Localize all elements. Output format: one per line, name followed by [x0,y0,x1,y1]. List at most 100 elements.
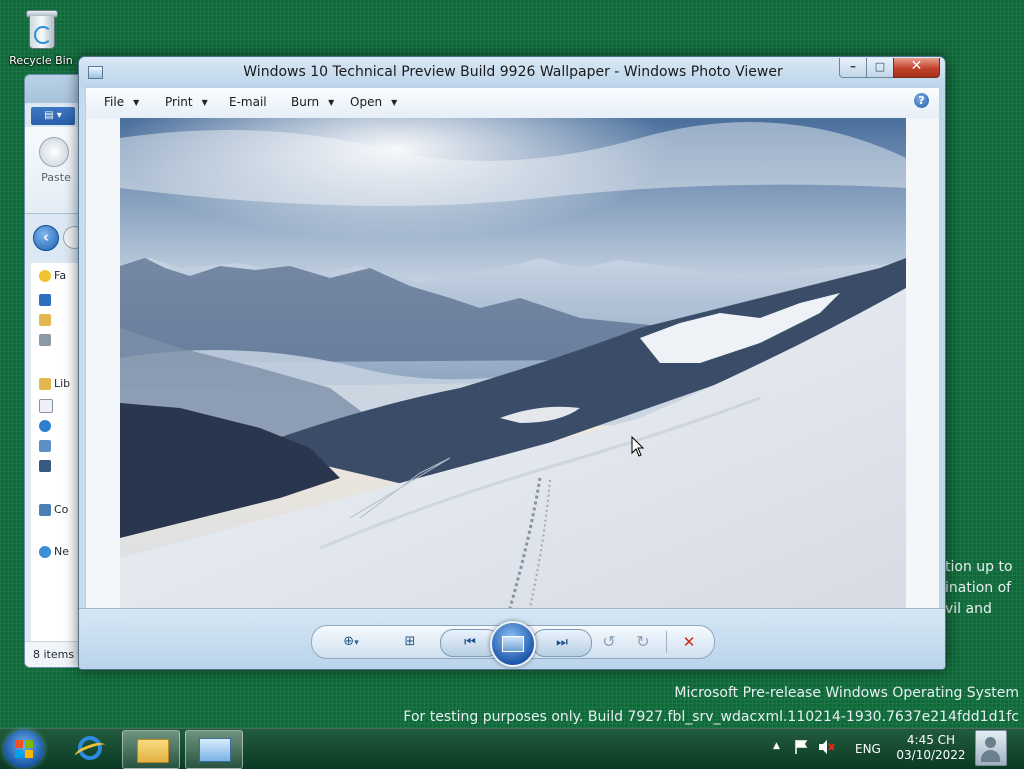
delete-button[interactable]: ✕ [678,632,700,652]
nav-item-downloads[interactable] [39,313,54,326]
next-icon: ⏭ [556,635,568,650]
computer-icon [39,504,51,516]
photo-canvas [85,118,940,608]
paste-icon[interactable] [39,137,69,167]
playback-control-bar: ⊕▾ ⊞ ⏮ ⏭ ↺ ↻ ✕ [79,608,945,669]
nav-item-music[interactable] [39,419,54,432]
nav-item-libraries[interactable]: Lib [39,377,70,390]
nav-item-computer[interactable]: Co [39,503,68,516]
recycle-bin-icon [24,6,58,52]
show-hidden-icons-button[interactable]: ▲ [773,741,780,751]
photo-viewer-menubar: File ▼ Print ▼ E-mail Burn ▼ Open ▼ ? [85,87,940,119]
nav-computer-label: Co [54,503,69,516]
menu-burn-label: Burn [291,95,320,109]
previous-icon: ⏮ [464,635,476,650]
desktop-icon [39,294,51,306]
menu-file-label: File [104,95,125,109]
nav-item-documents[interactable] [39,399,56,413]
background-text-line3: vil and [945,601,992,617]
taskbar-internet-explorer[interactable] [62,730,118,767]
nav-network-label: Ne [54,545,69,558]
slideshow-button[interactable] [490,621,536,667]
folder-icon [39,314,51,326]
network-icon [39,546,51,558]
next-button[interactable]: ⏭ [532,629,592,657]
menu-email-label: E-mail [229,95,267,109]
nav-libraries-label: Lib [54,377,71,390]
clock-date: 03/10/2022 [896,748,966,762]
chevron-down-icon: ▼ [328,98,335,107]
slideshow-icon [502,636,524,652]
explorer-titlebar[interactable] [25,75,85,103]
menu-file[interactable]: File ▼ [104,95,139,109]
watermark-line1: Microsoft Pre-release Windows Operating … [674,685,1019,701]
windows-logo-icon [15,740,33,758]
background-text-line1: tion up to [945,559,1013,575]
watermark-line2: For testing purposes only. Build 7927.fb… [403,709,1019,725]
taskbar-windows-explorer[interactable] [122,730,180,769]
volume-muted-icon[interactable] [818,739,836,758]
taskbar: ▲ ENG [0,728,1024,769]
back-button[interactable]: ‹ [33,225,59,251]
nav-favorites-label: Fa [54,269,67,282]
delete-icon: ✕ [682,633,696,651]
nav-item-network[interactable]: Ne [39,545,69,558]
explorer-app-menu-button[interactable]: ▤ ▾ [31,107,75,125]
photo-viewer-app-icon[interactable] [88,66,103,79]
zoom-button[interactable]: ⊕▾ [336,632,366,652]
taskbar-photo-viewer[interactable] [185,730,243,769]
chevron-down-icon: ▼ [133,98,140,107]
photo-viewer-titlebar[interactable]: Windows 10 Technical Preview Build 9926 … [79,57,945,87]
mountain-snow-landscape [120,118,906,608]
window-title: Windows 10 Technical Preview Build 9926 … [243,64,783,80]
fit-window-icon: ⊞ [404,634,416,649]
explorer-nav-pane: Fa Lib Co Ne [31,263,85,643]
photo-viewer-icon [199,738,231,762]
menu-open-label: Open [350,95,383,109]
videos-icon [39,460,51,472]
separator [666,631,667,653]
music-icon [39,420,51,432]
menu-print[interactable]: Print ▼ [165,95,208,109]
actual-size-button[interactable]: ⊞ [398,632,422,652]
menu-open[interactable]: Open ▼ [350,95,397,109]
action-center-flag-icon[interactable] [794,739,808,758]
system-clock[interactable]: 4:45 CH 03/10/2022 [895,733,967,763]
recycle-bin-label: Recycle Bin [9,54,73,67]
viewer-controls: ⊕▾ ⊞ ⏮ ⏭ ↺ ↻ ✕ [311,621,715,667]
photo-viewer-window[interactable]: Windows 10 Technical Preview Build 9926 … [78,56,946,670]
wallpaper-image [120,118,906,608]
explorer-ribbon: Paste [25,127,85,214]
pictures-icon [39,440,51,452]
menu-email[interactable]: E-mail [229,95,267,109]
nav-item-recent[interactable] [39,333,54,346]
background-text-line2: ination of [945,580,1012,596]
help-icon[interactable]: ? [914,93,929,108]
start-button[interactable] [4,730,44,768]
library-icon [39,378,51,390]
rotate-counterclockwise-button[interactable]: ↺ [598,632,620,652]
user-account-icon[interactable] [975,730,1007,766]
input-language-indicator[interactable]: ENG [855,742,881,756]
minimize-button[interactable]: – [839,58,867,78]
folder-icon [137,739,169,763]
maximize-button[interactable]: □ [866,58,894,78]
explorer-status-bar: 8 items 6, [25,641,85,667]
menu-burn[interactable]: Burn ▼ [291,95,334,109]
close-button[interactable]: ✕ [893,58,940,78]
chevron-down-icon: ▼ [391,98,398,107]
explorer-window[interactable]: ▤ ▾ Paste ‹ Fa Lib Co Ne 8 items 6, [24,74,86,668]
recent-places-icon [39,334,51,346]
documents-icon [39,399,53,413]
nav-item-favorites[interactable]: Fa [39,269,66,282]
paste-label[interactable]: Paste [31,171,81,184]
recycle-bin-shortcut[interactable]: Recycle Bin [6,6,76,67]
nav-item-pictures[interactable] [39,439,54,452]
nav-item-desktop[interactable] [39,293,54,306]
zoom-icon: ⊕ [343,634,355,649]
mouse-cursor-icon [631,436,645,457]
rotate-clockwise-button[interactable]: ↻ [632,632,654,652]
star-icon [39,270,51,282]
nav-item-videos[interactable] [39,459,54,472]
chevron-down-icon: ▾ [354,638,359,648]
